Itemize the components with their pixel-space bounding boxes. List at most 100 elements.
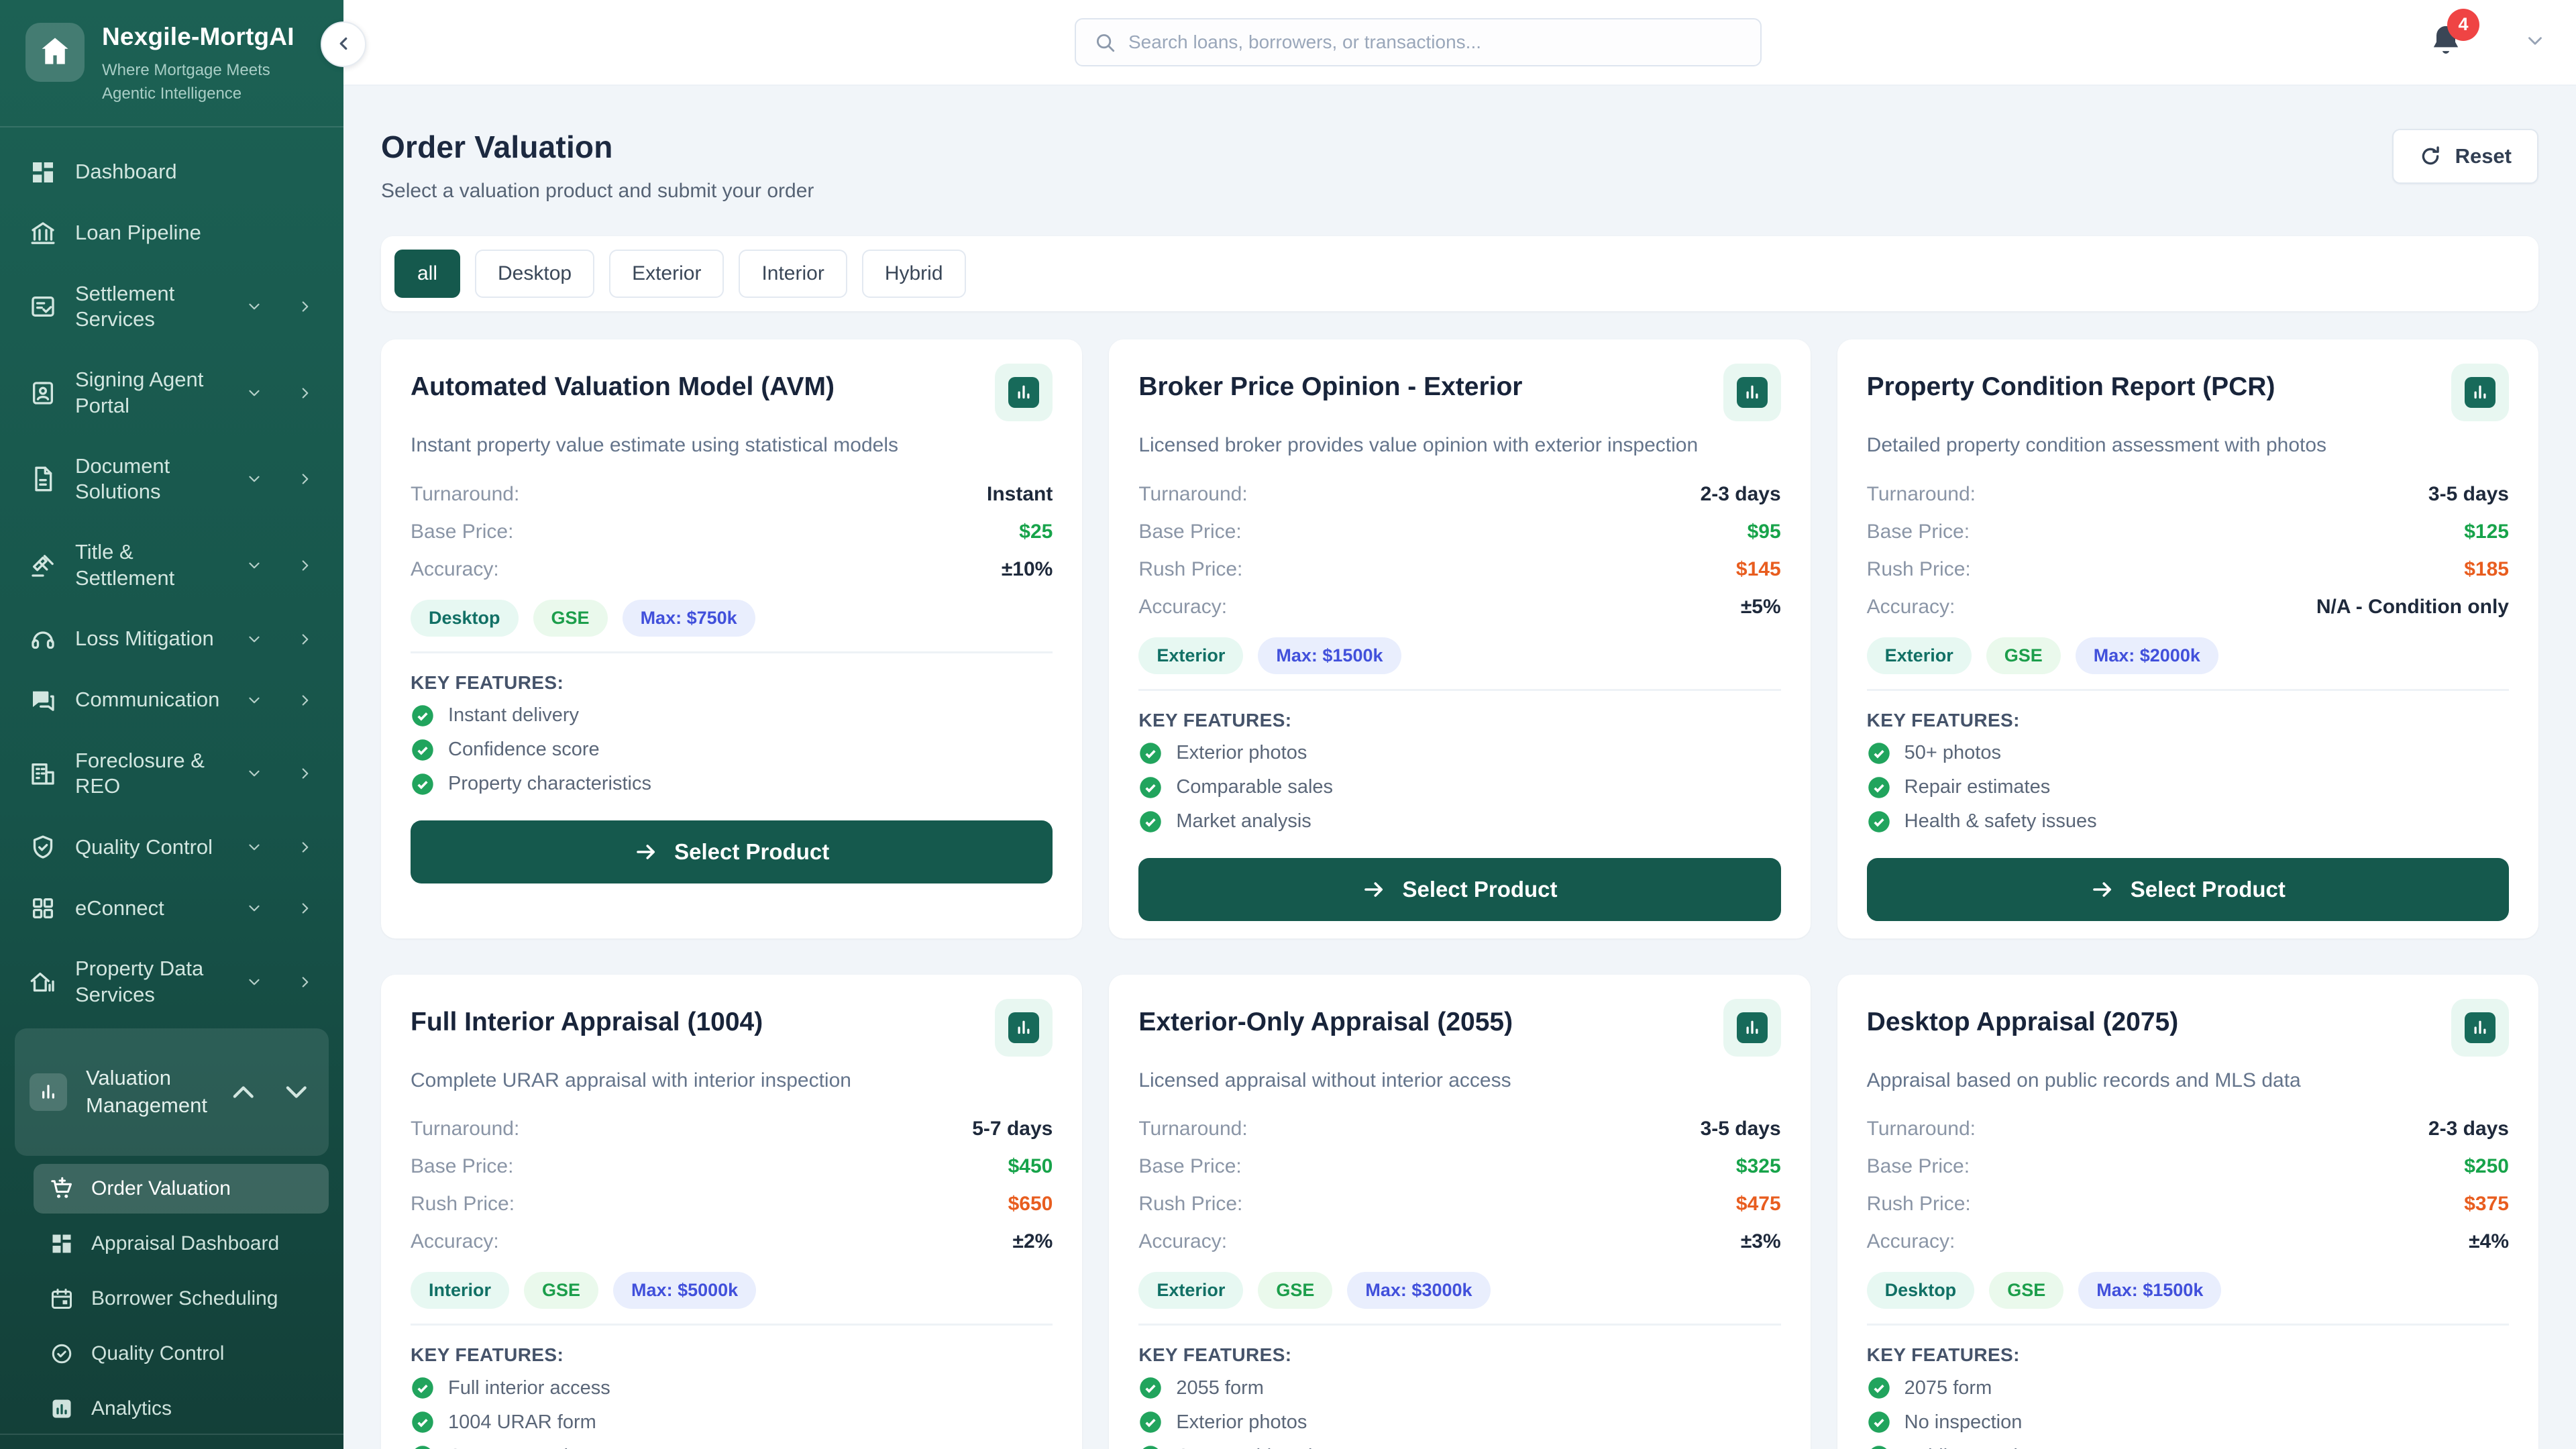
filter-tab-exterior[interactable]: Exterior <box>609 250 724 298</box>
spec-row: Accuracy: ±4% <box>1867 1228 2509 1254</box>
chevron-down-icon[interactable] <box>246 973 263 991</box>
chevron-right-icon[interactable] <box>297 839 314 856</box>
tag-badge: Max: $1500k <box>1258 637 1401 674</box>
chevron-down-icon <box>2524 30 2546 52</box>
chevron-down-icon[interactable] <box>246 298 263 315</box>
spec-value: $25 <box>1019 520 1053 543</box>
chevron-right-icon[interactable] <box>297 384 314 402</box>
check-circle-icon <box>1867 1376 1891 1400</box>
chevron-right-icon[interactable] <box>297 900 314 917</box>
bank-icon <box>30 220 56 247</box>
spec-row: Base Price: $450 <box>411 1153 1053 1179</box>
feature-item: Comparable sales <box>1138 1444 1780 1449</box>
spec-row: Rush Price: $375 <box>1867 1191 2509 1217</box>
chevron-right-icon[interactable] <box>297 557 314 574</box>
feature-item: Market analysis <box>1138 810 1780 834</box>
chevron-up-icon[interactable] <box>226 1042 261 1142</box>
filter-tab-interior[interactable]: Interior <box>739 250 847 298</box>
chevron-right-icon[interactable] <box>297 631 314 648</box>
select-product-button[interactable]: Select Product <box>411 820 1053 883</box>
check-circle-icon <box>1138 1444 1163 1449</box>
sidebar-subitem-quality-control[interactable]: Quality Control <box>34 1329 329 1379</box>
sidebar-item-foreclosure-reo[interactable]: Foreclosure & REO <box>15 734 329 814</box>
sidebar-item-loan-pipeline[interactable]: Loan Pipeline <box>15 206 329 261</box>
product-description: Licensed broker provides value opinion w… <box>1138 434 1699 456</box>
spec-value: ±10% <box>1001 557 1053 580</box>
arrow-right-icon <box>634 840 658 864</box>
chevron-down-icon[interactable] <box>246 900 263 917</box>
spec-value: ±2% <box>1012 1230 1053 1252</box>
spec-row: Turnaround: Instant <box>411 481 1053 507</box>
cart-plus-icon <box>50 1177 74 1201</box>
sidebar-item-econnect[interactable]: eConnect <box>15 881 329 936</box>
chevron-right-icon[interactable] <box>297 298 314 315</box>
check-circle-icon <box>411 704 435 728</box>
feature-item: 2055 form <box>1138 1376 1780 1400</box>
sidebar-subitem-appraisal-dashboard[interactable]: Appraisal Dashboard <box>34 1219 329 1269</box>
sidebar-item-settlement-services[interactable]: Settlement Services <box>15 267 329 347</box>
chevron-down-icon[interactable] <box>246 470 263 488</box>
chevron-down-icon[interactable] <box>246 631 263 648</box>
dashboard-icon <box>50 1232 74 1256</box>
bar-chart-icon <box>30 1073 67 1111</box>
chart-icon <box>1723 998 1781 1057</box>
select-product-button[interactable]: Select Product <box>1138 857 1781 921</box>
feature-item: 2075 form <box>1867 1376 2509 1400</box>
sidebar-item-communication[interactable]: Communication <box>15 673 329 728</box>
reset-button[interactable]: Reset <box>2392 129 2538 184</box>
chevron-down-icon[interactable] <box>246 765 263 782</box>
spec-row: Base Price: $95 <box>1138 519 1780 545</box>
spec-value: 2-3 days <box>1700 482 1781 505</box>
product-card-exterior-only-2055: Exterior-Only Appraisal (2055) Licensed … <box>1109 974 1811 1449</box>
sidebar-item-document-solutions[interactable]: Document Solutions <box>15 439 329 520</box>
sidebar-nav: Dashboard Loan Pipeline Settlement Servi… <box>0 127 343 1434</box>
chevron-down-icon[interactable] <box>246 557 263 574</box>
product-card-desktop-2075: Desktop Appraisal (2075) Appraisal based… <box>1837 974 2538 1449</box>
sidebar-item-signing-agent-portal[interactable]: Signing Agent Portal <box>15 353 329 433</box>
chevron-down-icon[interactable] <box>246 384 263 402</box>
arrow-right-icon <box>2090 877 2114 902</box>
document-icon <box>30 466 56 492</box>
sidebar-item-dashboard[interactable]: Dashboard <box>15 145 329 200</box>
chart-icon <box>995 364 1053 421</box>
sidebar-subitem-analytics[interactable]: Analytics <box>34 1384 329 1434</box>
tag-badge: Max: $2000k <box>2075 637 2218 674</box>
chevron-down-icon[interactable] <box>279 1042 314 1142</box>
notifications-button[interactable]: 4 <box>2427 8 2479 63</box>
key-features-heading: KEY FEATURES: <box>411 672 564 693</box>
chevron-down-icon[interactable] <box>246 839 263 856</box>
spec-row: Turnaround: 2-3 days <box>1138 481 1780 507</box>
spec-value: 3-5 days <box>2428 482 2509 505</box>
sidebar-group-valuation-management[interactable]: Valuation Management <box>15 1028 329 1156</box>
chevron-right-icon[interactable] <box>297 765 314 782</box>
filter-tab-all[interactable]: all <box>394 250 461 298</box>
chevron-right-icon[interactable] <box>297 470 314 488</box>
key-features-heading: KEY FEATURES: <box>1138 709 1292 731</box>
chevron-right-icon[interactable] <box>297 973 314 991</box>
spec-row: Rush Price: $475 <box>1138 1191 1780 1217</box>
product-description: Licensed appraisal without interior acce… <box>1138 1069 1511 1091</box>
feature-item: Public records <box>1867 1444 2509 1449</box>
sidebar-subitem-order-valuation[interactable]: Order Valuation <box>34 1163 329 1214</box>
user-menu-button[interactable] <box>2524 30 2546 56</box>
global-search[interactable] <box>1075 18 1762 66</box>
sidebar-item-quality-control[interactable]: Quality Control <box>15 820 329 875</box>
filter-tab-desktop[interactable]: Desktop <box>475 250 595 298</box>
check-circle-icon <box>1138 1410 1163 1434</box>
chevron-down-icon[interactable] <box>246 692 263 709</box>
spec-row: Accuracy: ±3% <box>1138 1228 1780 1254</box>
sidebar-subitem-borrower-scheduling[interactable]: Borrower Scheduling <box>34 1274 329 1324</box>
search-input[interactable] <box>1128 32 1743 53</box>
spec-value: $650 <box>1008 1193 1053 1215</box>
feature-item: Full interior access <box>411 1376 1053 1400</box>
select-product-button[interactable]: Select Product <box>1866 857 2509 921</box>
sidebar-collapse-button[interactable] <box>321 21 366 67</box>
sidebar-item-title-settlement[interactable]: Title & Settlement <box>15 525 329 606</box>
dashboard-icon <box>30 159 56 186</box>
chevron-right-icon[interactable] <box>297 692 314 709</box>
sidebar-item-loss-mitigation[interactable]: Loss Mitigation <box>15 612 329 667</box>
gavel-icon <box>30 552 56 579</box>
filter-tab-hybrid[interactable]: Hybrid <box>861 250 966 298</box>
sidebar-item-property-data-services[interactable]: Property Data Services <box>15 942 329 1022</box>
spec-row: Base Price: $325 <box>1138 1153 1780 1179</box>
